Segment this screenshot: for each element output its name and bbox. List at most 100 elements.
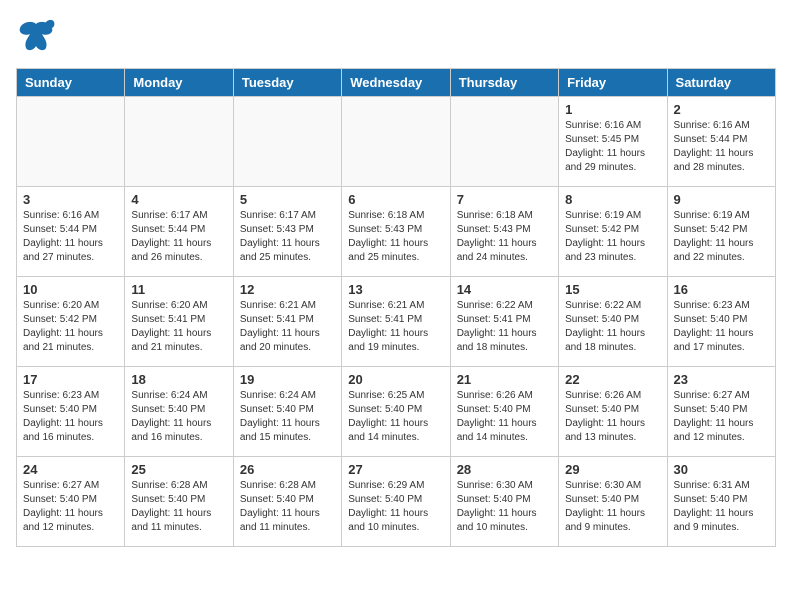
day-number: 22 xyxy=(565,372,660,387)
day-number: 7 xyxy=(457,192,552,207)
day-info: Sunrise: 6:17 AMSunset: 5:43 PMDaylight:… xyxy=(240,209,335,265)
day-number: 29 xyxy=(565,462,660,477)
day-info: Sunrise: 6:23 AMSunset: 5:40 PMDaylight:… xyxy=(674,299,769,355)
header xyxy=(16,16,776,56)
day-info: Sunrise: 6:20 AMSunset: 5:42 PMDaylight:… xyxy=(23,299,118,355)
calendar-day-5: 5 Sunrise: 6:17 AMSunset: 5:43 PMDaylight… xyxy=(233,187,341,277)
day-info: Sunrise: 6:24 AMSunset: 5:40 PMDaylight:… xyxy=(240,389,335,445)
calendar-day-7: 7 Sunrise: 6:18 AMSunset: 5:43 PMDaylight… xyxy=(450,187,558,277)
calendar-day-empty-03 xyxy=(342,97,450,187)
calendar-day-25: 25 Sunrise: 6:28 AMSunset: 5:40 PMDayligh… xyxy=(125,457,233,547)
day-info: Sunrise: 6:26 AMSunset: 5:40 PMDaylight:… xyxy=(457,389,552,445)
calendar-week-1: 1Sunrise: 6:16 AMSunset: 5:45 PMDaylight… xyxy=(17,97,776,187)
day-number: 24 xyxy=(23,462,118,477)
day-info: Sunrise: 6:16 AMSunset: 5:44 PMDaylight:… xyxy=(23,209,118,265)
day-info: Sunrise: 6:27 AMSunset: 5:40 PMDaylight:… xyxy=(674,389,769,445)
day-info: Sunrise: 6:30 AMSunset: 5:40 PMDaylight:… xyxy=(565,479,660,535)
day-info: Sunrise: 6:21 AMSunset: 5:41 PMDaylight:… xyxy=(240,299,335,355)
day-info: Sunrise: 6:26 AMSunset: 5:40 PMDaylight:… xyxy=(565,389,660,445)
calendar-header-sunday: Sunday xyxy=(17,69,125,97)
day-number: 3 xyxy=(23,192,118,207)
day-number: 14 xyxy=(457,282,552,297)
day-info: Sunrise: 6:28 AMSunset: 5:40 PMDaylight:… xyxy=(131,479,226,535)
calendar-day-26: 26 Sunrise: 6:28 AMSunset: 5:40 PMDayligh… xyxy=(233,457,341,547)
day-info: Sunrise: 6:16 AMSunset: 5:44 PMDaylight:… xyxy=(674,119,769,175)
calendar-day-18: 18 Sunrise: 6:24 AMSunset: 5:40 PMDayligh… xyxy=(125,367,233,457)
day-number: 2 xyxy=(674,102,769,117)
day-number: 27 xyxy=(348,462,443,477)
calendar-header-saturday: Saturday xyxy=(667,69,775,97)
day-number: 28 xyxy=(457,462,552,477)
calendar-week-3: 10Sunrise: 6:20 AMSunset: 5:42 PMDayligh… xyxy=(17,277,776,367)
calendar-week-2: 3 Sunrise: 6:16 AMSunset: 5:44 PMDaylight… xyxy=(17,187,776,277)
calendar-day-22: 22 Sunrise: 6:26 AMSunset: 5:40 PMDayligh… xyxy=(559,367,667,457)
day-number: 6 xyxy=(348,192,443,207)
calendar-day-23: 23Sunrise: 6:27 AMSunset: 5:40 PMDayligh… xyxy=(667,367,775,457)
calendar-day-4: 4 Sunrise: 6:17 AMSunset: 5:44 PMDaylight… xyxy=(125,187,233,277)
day-info: Sunrise: 6:17 AMSunset: 5:44 PMDaylight:… xyxy=(131,209,226,265)
calendar-day-27: 27 Sunrise: 6:29 AMSunset: 5:40 PMDayligh… xyxy=(342,457,450,547)
day-info: Sunrise: 6:30 AMSunset: 5:40 PMDaylight:… xyxy=(457,479,552,535)
page-container: SundayMondayTuesdayWednesdayThursdayFrid… xyxy=(0,0,792,563)
day-number: 18 xyxy=(131,372,226,387)
calendar-day-20: 20 Sunrise: 6:25 AMSunset: 5:40 PMDayligh… xyxy=(342,367,450,457)
day-info: Sunrise: 6:18 AMSunset: 5:43 PMDaylight:… xyxy=(348,209,443,265)
calendar-header-monday: Monday xyxy=(125,69,233,97)
day-number: 30 xyxy=(674,462,769,477)
day-number: 20 xyxy=(348,372,443,387)
calendar-day-empty-01 xyxy=(125,97,233,187)
day-info: Sunrise: 6:16 AMSunset: 5:45 PMDaylight:… xyxy=(565,119,660,175)
calendar-day-28: 28 Sunrise: 6:30 AMSunset: 5:40 PMDayligh… xyxy=(450,457,558,547)
calendar-day-24: 24 Sunrise: 6:27 AMSunset: 5:40 PMDayligh… xyxy=(17,457,125,547)
calendar-day-29: 29 Sunrise: 6:30 AMSunset: 5:40 PMDayligh… xyxy=(559,457,667,547)
calendar-day-empty-04 xyxy=(450,97,558,187)
day-info: Sunrise: 6:24 AMSunset: 5:40 PMDaylight:… xyxy=(131,389,226,445)
day-info: Sunrise: 6:22 AMSunset: 5:40 PMDaylight:… xyxy=(565,299,660,355)
logo xyxy=(16,16,60,56)
calendar-day-15: 15 Sunrise: 6:22 AMSunset: 5:40 PMDayligh… xyxy=(559,277,667,367)
day-number: 11 xyxy=(131,282,226,297)
day-info: Sunrise: 6:22 AMSunset: 5:41 PMDaylight:… xyxy=(457,299,552,355)
day-number: 21 xyxy=(457,372,552,387)
calendar-header-friday: Friday xyxy=(559,69,667,97)
calendar-day-21: 21 Sunrise: 6:26 AMSunset: 5:40 PMDayligh… xyxy=(450,367,558,457)
calendar-table: SundayMondayTuesdayWednesdayThursdayFrid… xyxy=(16,68,776,547)
calendar-day-13: 13 Sunrise: 6:21 AMSunset: 5:41 PMDayligh… xyxy=(342,277,450,367)
calendar-day-1: 1Sunrise: 6:16 AMSunset: 5:45 PMDaylight… xyxy=(559,97,667,187)
calendar-day-11: 11Sunrise: 6:20 AMSunset: 5:41 PMDayligh… xyxy=(125,277,233,367)
calendar-day-14: 14 Sunrise: 6:22 AMSunset: 5:41 PMDayligh… xyxy=(450,277,558,367)
calendar-day-3: 3 Sunrise: 6:16 AMSunset: 5:44 PMDaylight… xyxy=(17,187,125,277)
day-number: 17 xyxy=(23,372,118,387)
calendar-header-tuesday: Tuesday xyxy=(233,69,341,97)
calendar-day-10: 10Sunrise: 6:20 AMSunset: 5:42 PMDayligh… xyxy=(17,277,125,367)
day-number: 13 xyxy=(348,282,443,297)
day-number: 4 xyxy=(131,192,226,207)
day-number: 8 xyxy=(565,192,660,207)
calendar-day-8: 8Sunrise: 6:19 AMSunset: 5:42 PMDaylight… xyxy=(559,187,667,277)
calendar-day-30: 30 Sunrise: 6:31 AMSunset: 5:40 PMDayligh… xyxy=(667,457,775,547)
day-number: 9 xyxy=(674,192,769,207)
logo-icon xyxy=(16,16,56,56)
calendar-day-9: 9Sunrise: 6:19 AMSunset: 5:42 PMDaylight… xyxy=(667,187,775,277)
day-info: Sunrise: 6:23 AMSunset: 5:40 PMDaylight:… xyxy=(23,389,118,445)
day-info: Sunrise: 6:31 AMSunset: 5:40 PMDaylight:… xyxy=(674,479,769,535)
day-info: Sunrise: 6:29 AMSunset: 5:40 PMDaylight:… xyxy=(348,479,443,535)
day-number: 26 xyxy=(240,462,335,477)
day-number: 25 xyxy=(131,462,226,477)
day-number: 16 xyxy=(674,282,769,297)
day-info: Sunrise: 6:28 AMSunset: 5:40 PMDaylight:… xyxy=(240,479,335,535)
day-info: Sunrise: 6:18 AMSunset: 5:43 PMDaylight:… xyxy=(457,209,552,265)
day-info: Sunrise: 6:27 AMSunset: 5:40 PMDaylight:… xyxy=(23,479,118,535)
day-number: 19 xyxy=(240,372,335,387)
calendar-day-17: 17 Sunrise: 6:23 AMSunset: 5:40 PMDayligh… xyxy=(17,367,125,457)
day-number: 5 xyxy=(240,192,335,207)
calendar-day-6: 6 Sunrise: 6:18 AMSunset: 5:43 PMDaylight… xyxy=(342,187,450,277)
calendar-day-2: 2 Sunrise: 6:16 AMSunset: 5:44 PMDaylight… xyxy=(667,97,775,187)
day-info: Sunrise: 6:25 AMSunset: 5:40 PMDaylight:… xyxy=(348,389,443,445)
day-number: 15 xyxy=(565,282,660,297)
calendar-week-5: 24 Sunrise: 6:27 AMSunset: 5:40 PMDayligh… xyxy=(17,457,776,547)
calendar-header-thursday: Thursday xyxy=(450,69,558,97)
day-number: 12 xyxy=(240,282,335,297)
day-info: Sunrise: 6:21 AMSunset: 5:41 PMDaylight:… xyxy=(348,299,443,355)
calendar-day-12: 12 Sunrise: 6:21 AMSunset: 5:41 PMDayligh… xyxy=(233,277,341,367)
